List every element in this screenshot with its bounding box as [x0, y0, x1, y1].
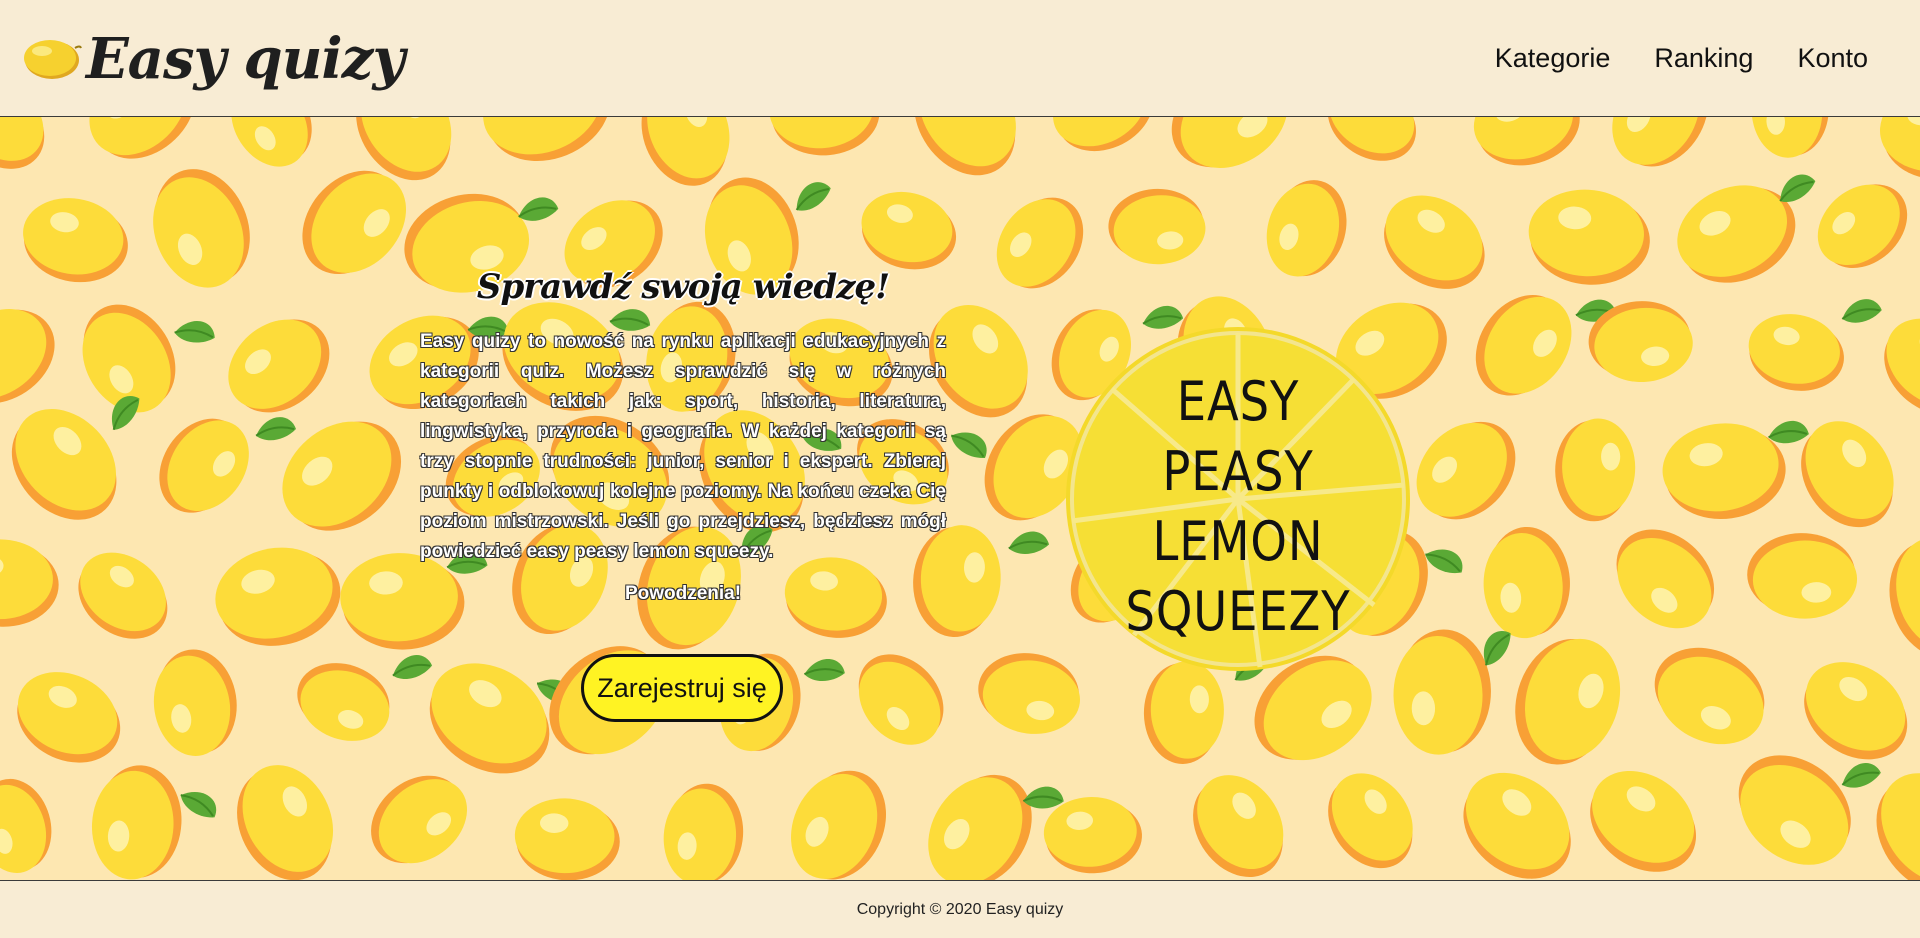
- leaf-decoration: [1007, 529, 1051, 557]
- leaf-decoration: [172, 314, 220, 350]
- leaf-decoration: [947, 421, 995, 467]
- lemon-decoration: [1741, 307, 1851, 399]
- lemon-decoration: [16, 191, 135, 290]
- lemon-decoration: [1526, 186, 1653, 288]
- lemon-decoration: [1871, 117, 1920, 191]
- lemon-decoration: [61, 536, 186, 656]
- lemon-decoration: [1479, 524, 1574, 641]
- leaf-decoration: [1840, 297, 1884, 325]
- lemon-decoration: [909, 754, 1052, 880]
- lemon-decoration: [1746, 532, 1858, 620]
- lemon-decoration: [514, 797, 621, 880]
- lemon-decoration: [1638, 630, 1781, 761]
- lemon-decoration: [1570, 752, 1717, 880]
- lemon-decoration: [1554, 417, 1637, 522]
- badge-line: EASY: [1176, 370, 1300, 433]
- lemon-decoration: [766, 117, 883, 160]
- lemon-decoration: [210, 297, 348, 433]
- nav-link-konto[interactable]: Konto: [1797, 40, 1868, 76]
- nav-link-ranking[interactable]: Ranking: [1654, 40, 1753, 76]
- badge-line: SQUEEZY: [1125, 580, 1351, 643]
- lemon-decoration: [89, 762, 185, 880]
- lemon-decoration: [141, 400, 266, 531]
- lemon-decoration: [1748, 117, 1832, 160]
- lemon-decoration: [892, 117, 1040, 195]
- lemon-decoration: [1441, 752, 1594, 880]
- copyright-text: Copyright © 2020 Easy quizy: [856, 900, 1064, 918]
- leaf-decoration: [802, 655, 848, 685]
- lemon-decoration: [980, 180, 1101, 306]
- intro-section: Sprawdź swoją wiedzę! Easy quizy to nowo…: [420, 267, 946, 605]
- lemon-decoration: [1, 656, 136, 779]
- site-header: Easy quizy Kategorie Ranking Konto: [0, 0, 1920, 117]
- intro-paragraph: Easy quizy to nowość na rynku aplikacji …: [420, 331, 946, 562]
- hero-section: Sprawdź swoją wiedzę! Easy quizy to nowo…: [0, 117, 1920, 881]
- leaf-decoration: [254, 415, 298, 442]
- nav-link-kategorie[interactable]: Kategorie: [1495, 40, 1611, 76]
- lemon-decoration: [408, 643, 571, 795]
- lemon-decoration: [0, 539, 59, 627]
- lemon-decoration: [286, 651, 401, 753]
- lemon-icon: [24, 40, 82, 79]
- leaf-decoration: [516, 195, 560, 223]
- lemon-decoration: [134, 154, 268, 302]
- lemon-decoration: [205, 533, 351, 659]
- lemon-decoration: [839, 637, 962, 762]
- lemon-decoration: [1457, 276, 1590, 415]
- lemon-decoration: [217, 749, 354, 880]
- lemon-decoration: [660, 780, 747, 880]
- site-footer: Copyright © 2020 Easy quizy: [0, 881, 1920, 938]
- lemon-decoration: [0, 287, 73, 424]
- lemon-decoration: [775, 755, 903, 880]
- leaf-decoration: [788, 176, 837, 216]
- leaf-decoration: [1838, 759, 1884, 791]
- lemon-decoration: [353, 756, 484, 880]
- leaf-decoration: [1767, 418, 1811, 446]
- lemon-pattern-background: [0, 117, 1920, 880]
- lemon-decoration: [1105, 185, 1208, 268]
- brand[interactable]: Easy quizy: [20, 24, 405, 94]
- lemon-decoration: [0, 117, 65, 187]
- leaf-decoration: [176, 780, 224, 827]
- badge-line: PEASY: [1162, 440, 1314, 503]
- lemon-decoration: [1042, 794, 1144, 876]
- brand-name: Easy quizy: [86, 26, 405, 92]
- lemon-decoration: [1152, 117, 1307, 192]
- intro-wish: Powodzenia!: [624, 583, 742, 604]
- lemon-decoration: [1173, 758, 1305, 880]
- intro-title: Sprawdź swoją wiedzę!: [476, 267, 890, 307]
- lemon-decoration: [212, 117, 329, 182]
- lemon-decoration: [1801, 164, 1920, 287]
- lemon-decoration: [1785, 643, 1920, 779]
- lemon-decoration: [1143, 660, 1225, 765]
- badge-slogan: EASY PEASY LEMON SQUEEZY: [1088, 367, 1387, 647]
- lemon-decoration: [1464, 117, 1590, 178]
- lemon-decoration: [1039, 117, 1168, 168]
- register-button[interactable]: Zarejestruj się: [581, 654, 783, 722]
- lemon-decoration: [1656, 415, 1792, 527]
- lemon-decoration: [1500, 625, 1634, 778]
- lemon-decoration: [145, 643, 245, 762]
- leaf-decoration: [1772, 168, 1821, 207]
- lemon-decoration: [1311, 117, 1433, 177]
- lemon-decoration: [468, 117, 626, 180]
- lemon-decoration: [0, 770, 63, 880]
- lemon-decoration: [1594, 117, 1727, 186]
- lemon-decoration: [852, 183, 965, 279]
- lemon-decoration: [1874, 526, 1920, 670]
- lemon-decoration: [1864, 300, 1920, 434]
- lemon-decoration: [1595, 510, 1735, 647]
- leaf-decoration: [1421, 538, 1470, 583]
- lemon-decoration: [1256, 170, 1357, 287]
- leaf-decoration: [390, 652, 435, 682]
- lemon-decoration: [1366, 178, 1503, 307]
- main-nav: Kategorie Ranking Konto: [1495, 40, 1868, 76]
- badge-line: LEMON: [1152, 510, 1324, 573]
- lemon-decoration: [1398, 400, 1535, 540]
- lemon-decoration: [1309, 757, 1433, 880]
